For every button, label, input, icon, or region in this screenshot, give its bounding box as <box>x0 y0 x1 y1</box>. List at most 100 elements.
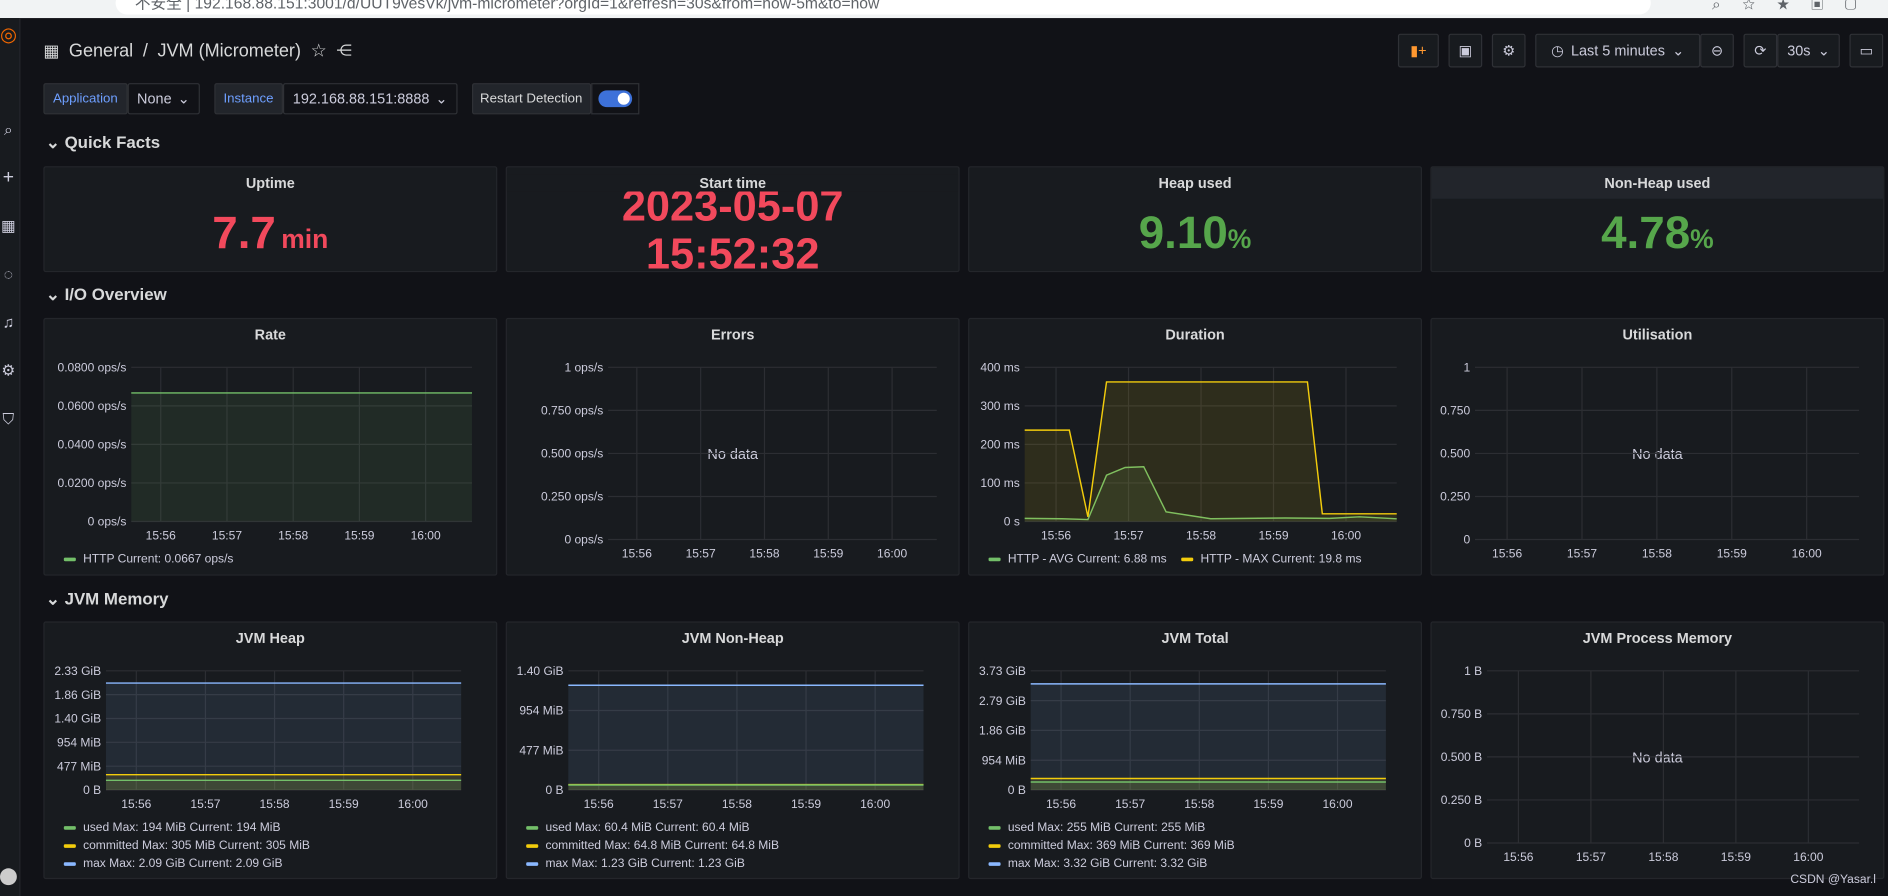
refresh-button[interactable]: ⟳ <box>1743 33 1778 68</box>
chart-panel-duration[interactable]: Duration 400 ms 300 ms 200 ms 100 ms 0 s 15:56… <box>968 317 1423 576</box>
y-tick-label: 0.0400 ops/s <box>58 438 127 452</box>
series-area-used <box>105 780 462 791</box>
stat-panel-heap-used[interactable]: Heap used 9.10% <box>968 166 1423 273</box>
save-button[interactable]: ▣ <box>1448 33 1483 68</box>
refresh-interval-picker[interactable]: 30s ⌄ <box>1777 33 1840 68</box>
legend-item[interactable]: HTTP Current: 0.0667 ops/s <box>63 553 233 566</box>
legend-label: used Max: 60.4 MiB Current: 60.4 MiB <box>545 821 750 835</box>
x-tick-label: 15:56 <box>1503 850 1533 864</box>
breadcrumb-folder[interactable]: General <box>69 40 133 60</box>
legend-item[interactable]: HTTP - AVG Current: 6.88 ms <box>988 552 1167 567</box>
restart-detection-toggle[interactable] <box>590 83 639 115</box>
x-tick-label: 15:57 <box>1576 850 1606 864</box>
chart-panel-jvm_process[interactable]: JVM Process Memory No data 1 B 0.750 B 0.500… <box>1430 621 1885 880</box>
dashboard-header: ▦ General / JVM (Micrometer) ☆ ⋲ ▮+ ▣ ⚙ … <box>36 33 1884 70</box>
series-area-HTTP - MAX <box>1024 381 1397 522</box>
x-tick-label: 16:00 <box>1331 529 1361 543</box>
x-tick-label: 16:00 <box>877 547 907 561</box>
y-tick-label: 0 B <box>545 783 563 797</box>
y-tick-label: 477 MiB <box>57 759 101 773</box>
y-tick-label: 0.250 B <box>1441 793 1482 807</box>
y-tick-label: 1 ops/s <box>564 361 603 375</box>
page-title[interactable]: JVM (Micrometer) <box>157 40 300 60</box>
legend-swatch <box>988 826 1001 830</box>
x-tick-label: 15:58 <box>1184 797 1214 811</box>
y-tick-label: 400 ms <box>980 361 1019 375</box>
legend-item[interactable]: HTTP - MAX Current: 19.8 ms <box>1181 553 1362 566</box>
avatar[interactable] <box>0 868 17 886</box>
chart-svg: 0.0800 ops/s 0.0600 ops/s 0.0400 ops/s 0.02… <box>58 361 472 543</box>
shield-icon[interactable]: ⛉ <box>0 410 17 428</box>
legend-item[interactable]: used Max: 194 MiB Current: 194 MiB <box>63 821 281 835</box>
x-tick-label: 16:00 <box>411 529 441 543</box>
variable-instance-select[interactable]: 192.168.88.151:8888 ⌄ <box>283 83 458 115</box>
plus-icon[interactable]: + <box>0 168 17 187</box>
x-tick-label: 16:00 <box>860 797 890 811</box>
refresh-icon: ⟳ <box>1754 42 1767 60</box>
grafana-logo-icon[interactable]: ◎ <box>0 26 17 45</box>
legend-item[interactable]: max Max: 1.23 GiB Current: 1.23 GiB <box>526 857 745 871</box>
dashboards-icon[interactable]: ▦ <box>0 217 17 235</box>
share-icon[interactable]: ⋲ <box>336 41 352 60</box>
variable-instance: Instance 192.168.88.151:8888 ⌄ <box>213 83 458 117</box>
y-tick-label: 1.86 GiB <box>54 688 101 702</box>
chart-panel-jvm_heap[interactable]: JVM Heap 2.33 GiB 1.86 GiB 1.40 GiB 954 MiB 4… <box>43 621 498 880</box>
y-tick-label: 0.500 ops/s <box>541 447 603 461</box>
y-tick-label: 300 ms <box>980 399 1019 413</box>
stat-panel-uptime[interactable]: Uptime 7.7 min <box>43 166 498 273</box>
x-tick-label: 15:58 <box>749 547 779 561</box>
add-panel-button[interactable]: ▮+ <box>1397 33 1439 68</box>
legend-label: committed Max: 369 MiB Current: 369 MiB <box>1007 839 1235 853</box>
chevron-down-icon: ⌄ <box>45 588 65 609</box>
settings-icon[interactable]: ⚙ <box>0 362 17 379</box>
y-tick-label: 0.750 <box>1440 404 1470 418</box>
alerting-icon[interactable]: ♫ <box>0 314 17 331</box>
legend-item[interactable]: max Max: 3.32 GiB Current: 3.32 GiB <box>988 857 1207 871</box>
search-icon[interactable]: ⌕ <box>0 121 17 139</box>
series-area-used <box>568 784 924 791</box>
row-jvm-memory[interactable]: ⌄ JVM Memory <box>46 589 169 609</box>
time-range-picker[interactable]: ◷ Last 5 minutes ⌄ <box>1535 33 1701 68</box>
legend-label: HTTP - AVG Current: 6.88 ms <box>1007 552 1167 567</box>
row-io-overview[interactable]: ⌄ I/O Overview <box>46 284 167 304</box>
dashboard-settings-button[interactable]: ⚙ <box>1491 33 1526 68</box>
url-field[interactable]: 不安全 | 192.168.88.151:3001/d/UUT9vesVk/jv… <box>115 0 1651 15</box>
legend-item[interactable]: used Max: 255 MiB Current: 255 MiB <box>988 821 1205 835</box>
y-tick-label: 954 MiB <box>519 704 563 718</box>
y-tick-label: 100 ms <box>980 476 1019 490</box>
x-tick-label: 15:59 <box>1258 529 1288 543</box>
legend-swatch <box>526 862 539 866</box>
x-tick-label: 15:57 <box>190 797 220 811</box>
row-title: I/O Overview <box>64 284 167 304</box>
y-tick-label: 477 MiB <box>519 743 563 757</box>
legend-label: used Max: 194 MiB Current: 194 MiB <box>83 821 281 835</box>
explore-icon[interactable]: ◌ <box>0 266 17 283</box>
legend-item[interactable]: committed Max: 64.8 MiB Current: 64.8 Mi… <box>526 839 779 853</box>
x-tick-label: 15:59 <box>1717 547 1747 561</box>
add-panel-icon: ▮+ <box>1410 42 1427 60</box>
chart-panel-jvm_total[interactable]: JVM Total 3.73 GiB 2.79 GiB 1.86 GiB 954 MiB… <box>968 621 1423 880</box>
legend-label: max Max: 2.09 GiB Current: 2.09 GiB <box>83 857 283 871</box>
tv-mode-button[interactable]: ▭ <box>1849 33 1884 68</box>
variable-application: Application None ⌄ <box>43 83 200 117</box>
y-tick-label: 0 B <box>1008 783 1026 797</box>
chart-panel-errors[interactable]: Errors No data 1 ops/s 0.750 ops/s 0.500 ops… <box>505 317 960 576</box>
row-quick-facts[interactable]: ⌄ Quick Facts <box>46 132 160 152</box>
star-icon[interactable]: ☆ <box>311 40 327 61</box>
stat-panel-non-heap-used[interactable]: Non-Heap used 4.78% <box>1430 166 1885 273</box>
chart-panel-utilisation[interactable]: Utilisation No data 1 0.750 0.500 0.250 0 15:56… <box>1430 317 1885 576</box>
variable-application-select[interactable]: None ⌄ <box>127 83 200 115</box>
series-area-max <box>568 685 924 791</box>
chart-panel-jvm_nonheap[interactable]: JVM Non-Heap 1.40 GiB 954 MiB 477 MiB 0 B 15:… <box>505 621 960 880</box>
zoom-out-button[interactable]: ⊖ <box>1700 33 1734 68</box>
chart-panel-rate[interactable]: Rate 0.0800 ops/s 0.0600 ops/s 0.0400 ops/s… <box>43 317 498 576</box>
browser-toolbar-icons: ⌕☆★▣▢ <box>1711 0 1879 14</box>
legend-item[interactable]: committed Max: 369 MiB Current: 369 MiB <box>988 839 1235 853</box>
row-title: JVM Memory <box>64 588 169 609</box>
legend-item[interactable]: max Max: 2.09 GiB Current: 2.09 GiB <box>63 857 283 871</box>
legend-item[interactable]: committed Max: 305 MiB Current: 305 MiB <box>63 839 310 853</box>
legend-item[interactable]: used Max: 60.4 MiB Current: 60.4 MiB <box>526 821 750 835</box>
panel-title: Heap used <box>1158 174 1232 192</box>
stat-panel-start-time[interactable]: Start time 2023-05-07 15:52:32 <box>505 166 960 273</box>
y-tick-label: 200 ms <box>980 438 1019 452</box>
